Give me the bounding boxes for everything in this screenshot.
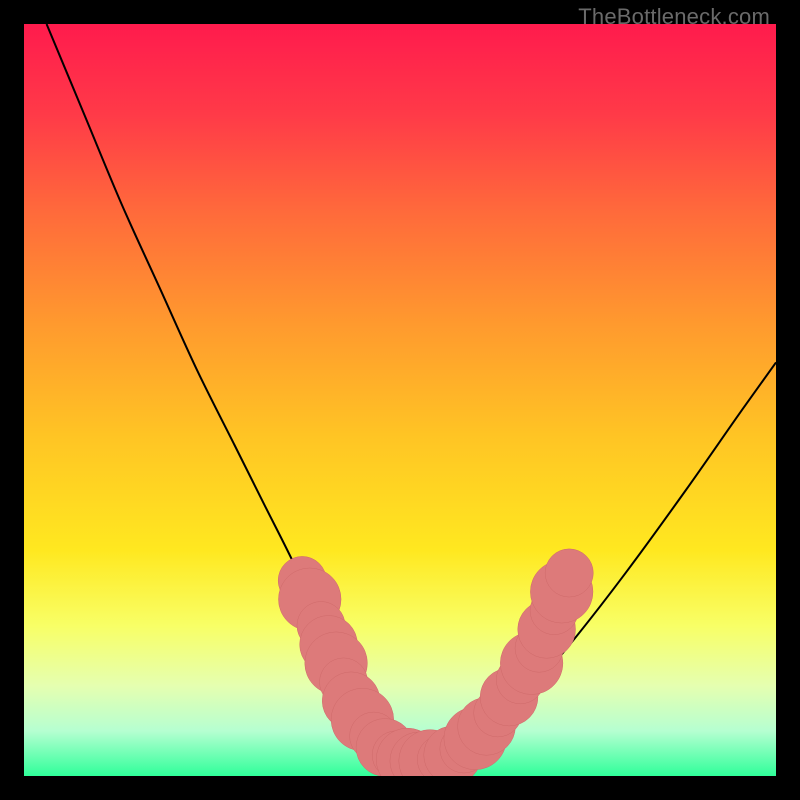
- chart-svg: [24, 24, 776, 776]
- outer-frame: TheBottleneck.com: [0, 0, 800, 800]
- gradient-background: [24, 24, 776, 776]
- data-marker: [545, 549, 593, 597]
- plot-area: [24, 24, 776, 776]
